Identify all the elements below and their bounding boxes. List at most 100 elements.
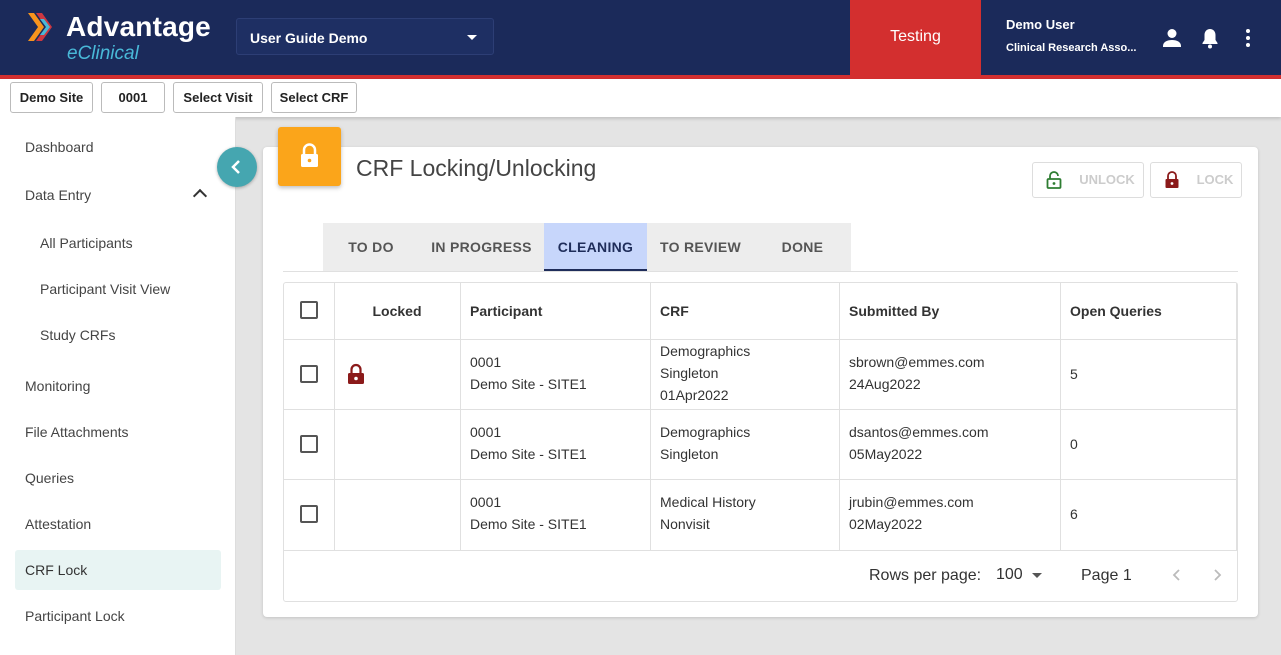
user-name: Demo User (1006, 17, 1075, 32)
participant-button[interactable]: 0001 (101, 82, 165, 113)
user-role: Clinical Research Asso... (1006, 42, 1137, 54)
page-title: CRF Locking/Unlocking (356, 155, 597, 181)
column-header-open-queries[interactable]: Open Queries (1070, 303, 1162, 319)
sidebar-item-crf-lock[interactable]: CRF Lock (15, 550, 221, 590)
submitter-email: dsantos@emmes.com (849, 424, 989, 440)
unlock-label: UNLOCK (1079, 172, 1135, 187)
chevron-down-icon (467, 35, 477, 40)
sidebar-item-all-participants[interactable]: All Participants (15, 223, 221, 263)
participant-site: Demo Site - SITE1 (470, 446, 587, 462)
lock-button[interactable]: LOCK (1150, 162, 1242, 198)
rows-per-page-select[interactable]: 100 (996, 566, 1023, 584)
column-header-submitted-by[interactable]: Submitted By (849, 303, 939, 319)
column-divider (839, 283, 840, 550)
lock-icon (1165, 171, 1179, 188)
tab-to-review[interactable]: TO REVIEW (647, 223, 754, 271)
unlock-icon (1046, 171, 1062, 189)
logo: Advantage eClinical (26, 11, 226, 67)
collapse-sidebar-button[interactable] (217, 147, 257, 187)
participant-site: Demo Site - SITE1 (470, 376, 587, 392)
chevron-left-icon (231, 160, 240, 174)
tab-cleaning[interactable]: CLEANING (544, 223, 647, 271)
chevron-down-icon[interactable] (1032, 573, 1042, 578)
crf-cell: Demographics Singleton (660, 421, 750, 465)
sidebar-item-participant-visit-view[interactable]: Participant Visit View (15, 269, 221, 309)
bell-icon[interactable] (1198, 26, 1222, 50)
participant-id: 0001 (470, 354, 502, 370)
submitted-by-cell: dsantos@emmes.com 05May2022 (849, 421, 988, 465)
lock-label: LOCK (1196, 172, 1234, 187)
locked-icon (348, 363, 364, 384)
sidebar-item-study-crfs[interactable]: Study CRFs (15, 315, 221, 355)
previous-page-icon[interactable] (1169, 567, 1185, 583)
open-queries-cell: 6 (1070, 506, 1078, 522)
submitted-by-cell: jrubin@emmes.com 02May2022 (849, 491, 974, 535)
environment-badge: Testing (850, 0, 981, 75)
tabs-divider (283, 271, 1238, 272)
context-bar: Demo Site 0001 Select Visit Select CRF (0, 79, 1281, 117)
sidebar-item-file-attachments[interactable]: File Attachments (15, 412, 221, 452)
participant-cell: 0001 Demo Site - SITE1 (470, 421, 587, 465)
unlock-button[interactable]: UNLOCK (1032, 162, 1144, 198)
tab-in-progress[interactable]: IN PROGRESS (419, 223, 544, 271)
sidebar: Dashboard Data Entry All Participants Pa… (0, 117, 236, 655)
row-checkbox[interactable] (300, 435, 318, 453)
open-queries-cell: 5 (1070, 366, 1078, 382)
column-header-crf[interactable]: CRF (660, 303, 689, 319)
submitted-date: 05May2022 (849, 446, 923, 462)
sidebar-item-dashboard[interactable]: Dashboard (15, 127, 221, 167)
column-header-locked[interactable]: Locked (334, 303, 460, 319)
column-divider (650, 283, 651, 550)
crf-table: Locked Participant CRF Submitted By Open… (283, 282, 1238, 602)
participant-site: Demo Site - SITE1 (470, 516, 587, 532)
lock-icon (301, 143, 318, 167)
select-all-checkbox[interactable] (300, 301, 318, 319)
participant-cell: 0001 Demo Site - SITE1 (470, 351, 587, 395)
rows-per-page-label: Rows per page: (869, 567, 982, 584)
tab-to-do[interactable]: TO DO (323, 223, 419, 271)
submitted-date: 24Aug2022 (849, 376, 921, 392)
sidebar-item-data-entry[interactable]: Data Entry (15, 175, 221, 215)
brand-subtitle: eClinical (67, 43, 139, 64)
next-page-icon[interactable] (1209, 567, 1225, 583)
study-select-value: User Guide Demo (250, 30, 368, 46)
column-divider (460, 283, 461, 550)
crf-type: Singleton (660, 446, 719, 462)
row-divider (284, 479, 1237, 480)
crf-name: Medical History (660, 494, 756, 510)
account-icon[interactable] (1160, 26, 1184, 50)
top-app-bar: Advantage eClinical User Guide Demo Test… (0, 0, 1281, 75)
submitted-date: 02May2022 (849, 516, 923, 532)
sidebar-item-attestation[interactable]: Attestation (15, 504, 221, 544)
select-crf-button[interactable]: Select CRF (271, 82, 357, 113)
row-divider (284, 409, 1237, 410)
participant-id: 0001 (470, 424, 502, 440)
brand-name: Advantage (66, 11, 211, 42)
column-header-participant[interactable]: Participant (470, 303, 542, 319)
status-tabs: TO DO IN PROGRESS CLEANING TO REVIEW DON… (323, 223, 851, 271)
column-divider (1236, 283, 1237, 550)
study-select[interactable]: User Guide Demo (236, 18, 494, 55)
chevron-up-icon (192, 188, 208, 204)
column-divider (1060, 283, 1061, 550)
sidebar-item-queries[interactable]: Queries (15, 458, 221, 498)
crf-type: Singleton (660, 365, 719, 381)
open-queries-cell: 0 (1070, 436, 1078, 452)
sidebar-item-monitoring[interactable]: Monitoring (15, 366, 221, 406)
site-button[interactable]: Demo Site (10, 82, 93, 113)
crf-cell: Demographics Singleton 01Apr2022 (660, 340, 750, 406)
sidebar-item-label: Data Entry (25, 187, 92, 203)
advantage-chevron-icon (28, 13, 52, 41)
tab-done[interactable]: DONE (754, 223, 851, 271)
more-vert-icon[interactable] (1236, 26, 1260, 50)
participant-cell: 0001 Demo Site - SITE1 (470, 491, 587, 535)
submitter-email: sbrown@emmes.com (849, 354, 985, 370)
sidebar-item-participant-lock[interactable]: Participant Lock (15, 596, 221, 636)
crf-name: Demographics (660, 343, 751, 359)
row-checkbox[interactable] (300, 505, 318, 523)
submitted-by-cell: sbrown@emmes.com 24Aug2022 (849, 351, 985, 395)
select-visit-button[interactable]: Select Visit (173, 82, 263, 113)
card-header-icon (278, 127, 341, 186)
crf-type: Nonvisit (660, 516, 710, 532)
row-checkbox[interactable] (300, 365, 318, 383)
